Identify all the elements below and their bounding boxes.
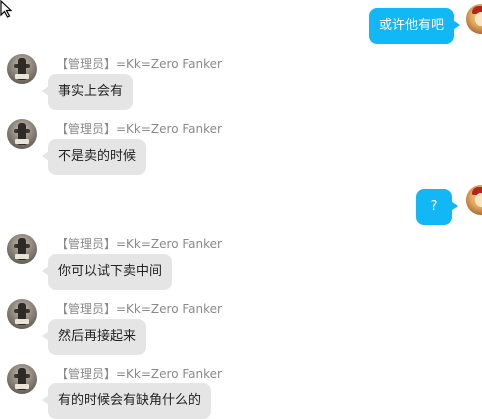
self-avatar[interactable]: [466, 185, 482, 215]
sender-name[interactable]: 【管理员】=Kk=Zero Fanker: [56, 120, 222, 137]
admin-avatar[interactable]: [7, 54, 37, 84]
message-bubble[interactable]: 或许他有吧: [368, 8, 461, 44]
message-bubble[interactable]: 然后再接起来: [41, 319, 147, 355]
sender-name[interactable]: 【管理员】=Kk=Zero Fanker: [56, 55, 222, 72]
sender-name[interactable]: 【管理员】=Kk=Zero Fanker: [56, 300, 222, 317]
self-avatar[interactable]: [466, 4, 482, 34]
admin-avatar[interactable]: [7, 234, 37, 264]
admin-avatar[interactable]: [7, 364, 37, 394]
admin-avatar[interactable]: [7, 119, 37, 149]
chat-window[interactable]: 或许他有吧 【管理员】=Kk=Zero Fanker 事实上会有 【管理员】=K…: [0, 0, 482, 419]
message-bubble[interactable]: 不是卖的时候: [41, 139, 147, 175]
message-bubble[interactable]: 你可以试下卖中间: [41, 254, 173, 290]
message-bubble[interactable]: 有的时候会有缺角什么的: [41, 383, 212, 419]
admin-avatar[interactable]: [7, 299, 37, 329]
sender-name[interactable]: 【管理员】=Kk=Zero Fanker: [56, 235, 222, 252]
mouse-pointer-icon: [0, 0, 13, 18]
sender-name[interactable]: 【管理员】=Kk=Zero Fanker: [56, 365, 222, 382]
message-bubble[interactable]: ?: [416, 189, 458, 225]
message-bubble[interactable]: 事实上会有: [41, 74, 134, 110]
